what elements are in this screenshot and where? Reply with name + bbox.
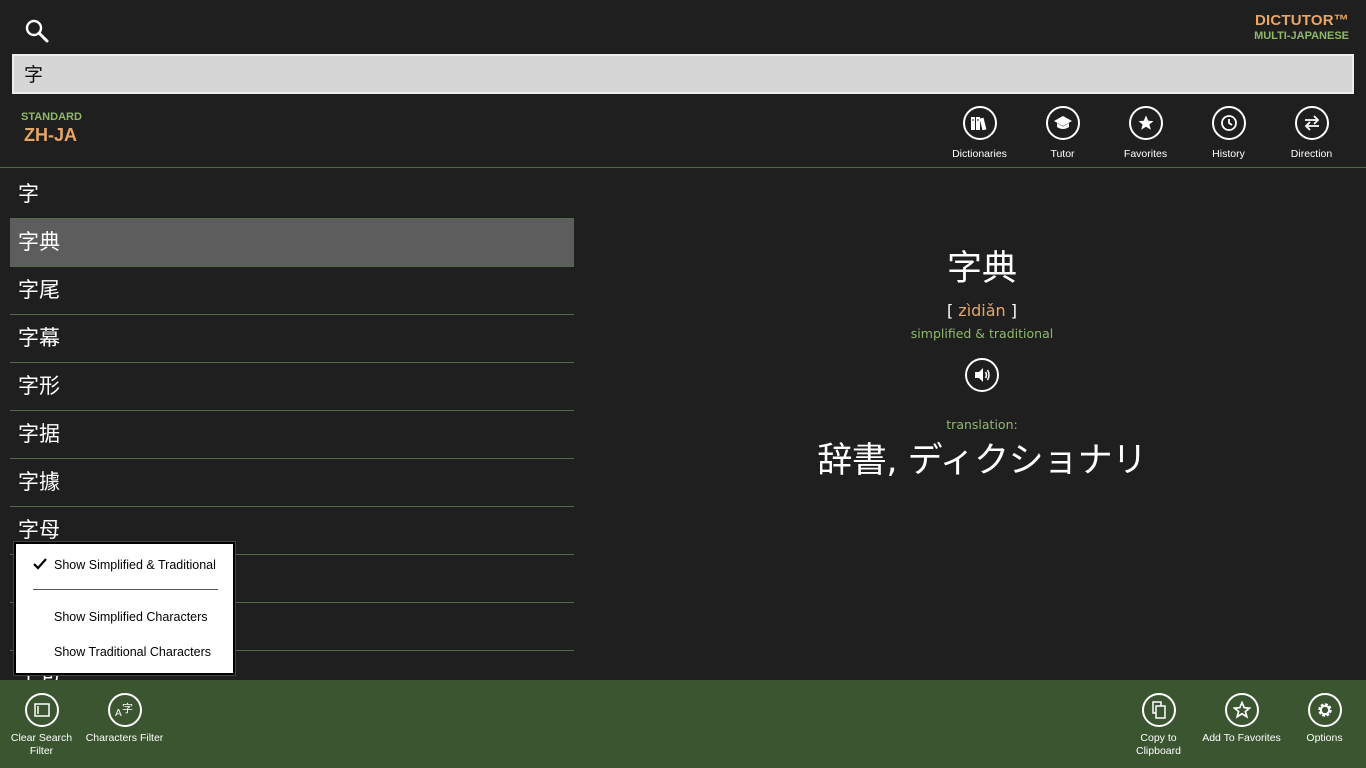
clear-search-filter-label: Clear Search Filter bbox=[10, 732, 73, 757]
list-item[interactable]: 字 bbox=[10, 171, 574, 219]
header-divider bbox=[0, 167, 1366, 168]
top-toolbar: Dictionaries Tutor Favorites History Dir… bbox=[938, 104, 1353, 160]
list-item[interactable]: 字據 bbox=[10, 459, 574, 507]
add-to-favorites-label: Add To Favorites bbox=[1202, 732, 1281, 744]
characters-filter-button[interactable]: A字 Characters Filter bbox=[83, 691, 166, 745]
options-label: Options bbox=[1306, 732, 1343, 744]
entry-pronunciation: [ zìdiǎn ] bbox=[780, 301, 1184, 320]
favorites-button[interactable]: Favorites bbox=[1104, 104, 1187, 160]
star-add-icon bbox=[1224, 693, 1259, 727]
dictionaries-button[interactable]: Dictionaries bbox=[938, 104, 1021, 160]
brand-subtitle: MULTI-JAPANESE bbox=[1254, 30, 1349, 42]
dictionary-pair[interactable]: ZH-JA bbox=[24, 125, 77, 146]
entry-word: 字典 bbox=[946, 249, 1017, 289]
copy-to-clipboard-button[interactable]: Copy to Clipboard bbox=[1117, 691, 1200, 758]
characters-filter-label: Characters Filter bbox=[85, 732, 164, 744]
brand-name: DICTUTOR™ bbox=[1254, 12, 1349, 29]
menu-item-traditional[interactable]: Show Traditional Characters bbox=[54, 645, 211, 659]
entry-variant: simplified & traditional bbox=[910, 326, 1054, 341]
clock-history-icon bbox=[1211, 106, 1246, 140]
books-icon bbox=[962, 106, 997, 140]
favorites-label: Favorites bbox=[1123, 148, 1168, 160]
copy-to-clipboard-label: Copy to Clipboard bbox=[1136, 732, 1181, 757]
list-item[interactable]: 字形 bbox=[10, 363, 574, 411]
clear-filter-icon bbox=[24, 693, 59, 727]
history-button[interactable]: History bbox=[1187, 104, 1270, 160]
dictionaries-label: Dictionaries bbox=[952, 148, 1007, 160]
menu-item-simplified[interactable]: Show Simplified Characters bbox=[54, 610, 208, 624]
search-input[interactable] bbox=[24, 62, 1342, 84]
star-icon bbox=[1128, 106, 1163, 140]
tutor-button[interactable]: Tutor bbox=[1021, 104, 1104, 160]
dictionary-type: STANDARD bbox=[21, 111, 82, 123]
list-item[interactable]: 字据 bbox=[10, 411, 574, 459]
menu-separator bbox=[33, 589, 218, 590]
tutor-label: Tutor bbox=[1050, 148, 1075, 160]
search-icon[interactable] bbox=[24, 18, 50, 44]
direction-label: Direction bbox=[1290, 148, 1333, 160]
list-item[interactable]: 字幕 bbox=[10, 315, 574, 363]
gear-icon bbox=[1307, 693, 1342, 727]
translation-label: translation: bbox=[946, 417, 1018, 432]
characters-icon: A字 bbox=[107, 693, 142, 727]
history-label: History bbox=[1212, 148, 1245, 160]
direction-button[interactable]: Direction bbox=[1270, 104, 1353, 160]
clipboard-icon bbox=[1141, 693, 1176, 727]
list-item-selected[interactable]: 字典 bbox=[10, 219, 574, 267]
bracket-close: ] bbox=[1010, 301, 1018, 320]
graduation-cap-icon bbox=[1045, 106, 1080, 140]
swap-arrows-icon bbox=[1294, 106, 1329, 140]
checkmark-icon bbox=[33, 557, 47, 571]
speaker-icon[interactable] bbox=[965, 358, 999, 392]
entry-detail: 字典 [ zìdiǎn ] simplified & traditional t… bbox=[780, 240, 1184, 483]
list-item[interactable]: 字尾 bbox=[10, 267, 574, 315]
characters-filter-menu: Show Simplified & Traditional Show Simpl… bbox=[14, 542, 235, 675]
options-button[interactable]: Options bbox=[1283, 691, 1366, 745]
app-bar: Clear Search Filter A字 Characters Filter… bbox=[0, 680, 1366, 768]
translation-text: 辞書, ディクショナリ bbox=[817, 441, 1147, 481]
clear-search-filter-button[interactable]: Clear Search Filter bbox=[0, 691, 83, 758]
search-box[interactable] bbox=[12, 54, 1354, 94]
add-to-favorites-button[interactable]: Add To Favorites bbox=[1200, 691, 1283, 745]
entry-pinyin: zìdiǎn bbox=[958, 301, 1006, 320]
menu-item-simplified-traditional[interactable]: Show Simplified & Traditional bbox=[54, 558, 216, 572]
brand-logo: DICTUTOR™ MULTI-JAPANESE bbox=[1254, 12, 1349, 42]
bracket-open: [ bbox=[946, 301, 954, 320]
svg-text:A: A bbox=[115, 708, 122, 719]
svg-text:字: 字 bbox=[122, 701, 133, 715]
